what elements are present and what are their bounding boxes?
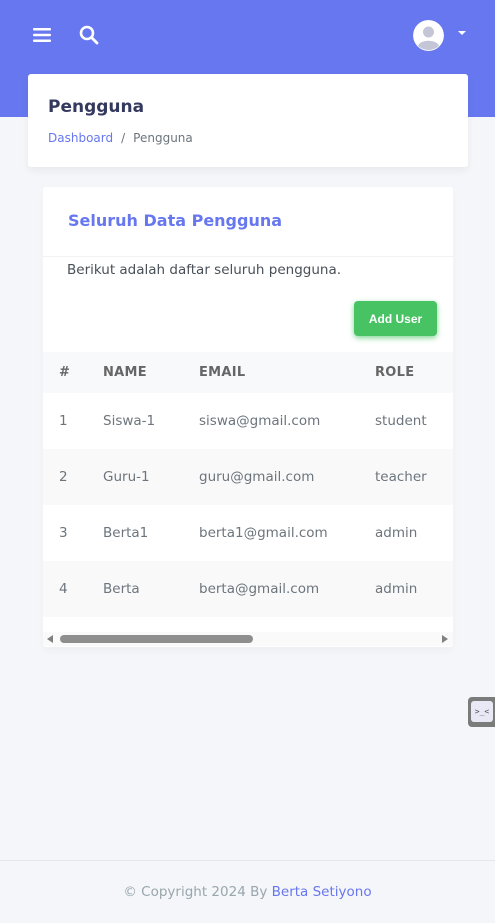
scrollbar-thumb[interactable]	[60, 635, 253, 643]
cell-number: 1	[59, 413, 68, 429]
cell-email: berta@gmail.com	[199, 581, 320, 597]
breadcrumb-separator: /	[121, 131, 126, 145]
cell-role: admin	[375, 581, 418, 597]
users-card: Seluruh Data Pengguna Berikut adalah daf…	[43, 187, 453, 647]
page-title: Pengguna	[48, 97, 145, 117]
table-header: # NAME EMAIL ROLE	[43, 352, 453, 393]
scroll-left-arrow-icon[interactable]	[47, 635, 53, 643]
column-header-role: ROLE	[375, 365, 415, 380]
table-row: 3 Berta1 berta1@gmail.com admin	[43, 505, 453, 561]
cell-email: berta1@gmail.com	[199, 525, 328, 541]
footer-copyright-prefix: © Copyright 2024 By	[123, 884, 272, 900]
column-header-name: NAME	[103, 365, 147, 380]
card-description: Berikut adalah daftar seluruh pengguna.	[67, 262, 342, 278]
top-navbar	[0, 0, 495, 70]
breadcrumb-current: Pengguna	[133, 131, 193, 145]
caret-down-icon[interactable]	[458, 31, 466, 35]
cell-number: 2	[59, 469, 68, 485]
breadcrumb: Dashboard / Pengguna	[48, 131, 193, 145]
table-row: 4 Berta berta@gmail.com admin	[43, 561, 453, 617]
cell-name: Siswa-1	[103, 413, 156, 429]
cell-email: guru@gmail.com	[199, 469, 315, 485]
search-icon[interactable]	[78, 24, 100, 46]
users-table: # NAME EMAIL ROLE 1 Siswa-1 siswa@gmail.…	[43, 352, 453, 617]
cell-name: Berta1	[103, 525, 149, 541]
table-horizontal-scrollbar[interactable]	[0, 632, 453, 646]
table-row: 1 Siswa-1 siswa@gmail.com student	[43, 393, 453, 449]
cell-role: student	[375, 413, 427, 429]
user-avatar-icon[interactable]	[413, 20, 444, 51]
cell-number: 3	[59, 525, 68, 541]
footer-copyright: © Copyright 2024 By Berta Setiyono	[0, 884, 495, 900]
breadcrumb-dashboard-link[interactable]: Dashboard	[48, 131, 113, 145]
hamburger-icon[interactable]	[31, 24, 53, 46]
cell-name: Berta	[103, 581, 140, 597]
terminal-face-icon: >_<	[471, 701, 493, 722]
cell-role: admin	[375, 525, 418, 541]
cell-email: siswa@gmail.com	[199, 413, 321, 429]
side-widget-button[interactable]: >_<	[468, 697, 495, 727]
column-header-number: #	[59, 365, 71, 380]
cell-role: teacher	[375, 469, 427, 485]
section-header: Pengguna Dashboard / Pengguna	[28, 74, 468, 167]
cell-number: 4	[59, 581, 68, 597]
scroll-right-arrow-icon[interactable]	[442, 635, 448, 643]
table-row: 2 Guru-1 guru@gmail.com teacher	[43, 449, 453, 505]
card-header: Seluruh Data Pengguna	[43, 187, 453, 257]
column-header-email: EMAIL	[199, 365, 246, 380]
footer-author-link[interactable]: Berta Setiyono	[272, 884, 372, 900]
footer: © Copyright 2024 By Berta Setiyono	[0, 860, 495, 923]
card-title: Seluruh Data Pengguna	[68, 211, 283, 230]
add-user-button[interactable]: Add User	[354, 301, 437, 336]
cell-name: Guru-1	[103, 469, 150, 485]
